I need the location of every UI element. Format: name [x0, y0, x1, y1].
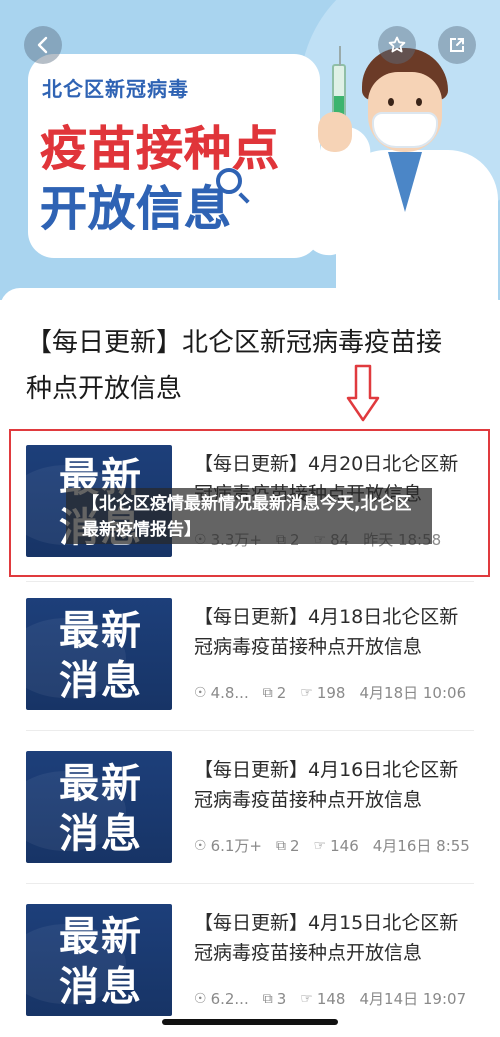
divider — [26, 730, 474, 731]
thumbnail-text: 最新消息 — [59, 608, 143, 704]
share-count: 2 — [276, 683, 287, 702]
news-meta: ☉ 6.1万+ ⧉ 2 ☞ 146 4月16日 8:55 — [194, 835, 484, 856]
doctor-eye-left — [388, 98, 394, 106]
doctor-eye-right — [416, 98, 422, 106]
divider — [26, 581, 474, 582]
publish-date: 4月14日 19:07 — [359, 990, 467, 1008]
news-thumbnail: 最新消息 — [26, 598, 172, 710]
star-icon — [388, 36, 406, 53]
publish-date: 4月18日 10:06 — [359, 684, 467, 702]
banner-headline-line2: 开放信息 — [40, 182, 232, 238]
share-icon: ⧉ — [276, 837, 286, 854]
share-icon: ⧉ — [262, 684, 273, 701]
thumbs-up-icon: ☞ — [313, 837, 327, 854]
news-meta: ☉ 4.8... ⧉ 2 ☞ 198 4月18日 10:06 — [194, 682, 484, 703]
news-meta: ☉ 6.2... ⧉ 3 ☞ 148 4月14日 19:07 — [194, 988, 484, 1009]
news-thumbnail: 最新消息 — [26, 751, 172, 863]
share-button[interactable] — [438, 26, 476, 64]
thumbs-up-icon: ☞ — [300, 990, 313, 1007]
favorite-button[interactable] — [378, 26, 416, 64]
share-icon: ⧉ — [262, 990, 273, 1007]
list-item[interactable]: 最新消息 【每日更新】4月15日北仑区新冠病毒疫苗接种点开放信息 ☉ 6.2...… — [26, 904, 476, 1018]
thumbnail-text: 最新消息 — [59, 761, 143, 857]
news-title: 【每日更新】4月15日北仑区新冠病毒疫苗接种点开放信息 — [194, 912, 459, 964]
magnifier-icon — [216, 168, 242, 194]
like-count: 146 — [330, 836, 359, 855]
eye-icon: ☉ — [194, 990, 207, 1007]
share-icon — [450, 38, 464, 52]
eye-icon: ☉ — [194, 684, 207, 701]
eye-icon: ☉ — [194, 837, 207, 854]
arrow-down-icon — [346, 364, 380, 422]
banner-subtitle: 北仑区新冠病毒 — [42, 77, 189, 101]
syringe-needle — [339, 46, 341, 66]
publish-date: 4月16日 8:55 — [372, 837, 470, 855]
back-button[interactable] — [24, 26, 62, 64]
thumbs-up-icon: ☞ — [300, 684, 313, 701]
like-count: 198 — [316, 683, 346, 702]
doctor-mask — [372, 112, 438, 148]
thumbnail-text: 最新消息 — [59, 914, 143, 1010]
header-banner: 北仑区新冠病毒 疫苗接种点 开放信息 — [0, 0, 500, 300]
news-title: 【每日更新】4月18日北仑区新冠病毒疫苗接种点开放信息 — [194, 606, 459, 658]
chevron-left-icon — [37, 36, 48, 54]
like-count: 148 — [316, 989, 346, 1008]
list-item[interactable]: 最新消息 【每日更新】4月16日北仑区新冠病毒疫苗接种点开放信息 ☉ 6.1万+ … — [26, 751, 476, 865]
doctor-hand — [318, 112, 352, 152]
share-count: 3 — [276, 989, 287, 1008]
news-thumbnail: 最新消息 — [26, 904, 172, 1016]
overlay-caption: 【北仑区疫情最新情况最新消息今天,北仑区最新疫情报告】 — [66, 488, 432, 544]
view-count: 4.8... — [210, 683, 249, 702]
page-title: 【每日更新】北仑区新冠病毒疫苗接种点开放信息 — [26, 328, 443, 404]
divider — [26, 883, 474, 884]
banner-headline-line1: 疫苗接种点 — [40, 122, 280, 178]
news-title: 【每日更新】4月16日北仑区新冠病毒疫苗接种点开放信息 — [194, 759, 459, 811]
home-indicator[interactable] — [162, 1019, 338, 1025]
share-count: 2 — [290, 836, 300, 855]
view-count: 6.1万+ — [210, 837, 262, 855]
doctor-illustration — [299, 30, 498, 300]
view-count: 6.2... — [210, 989, 249, 1008]
list-item[interactable]: 最新消息 【每日更新】4月18日北仑区新冠病毒疫苗接种点开放信息 ☉ 4.8...… — [26, 598, 476, 712]
